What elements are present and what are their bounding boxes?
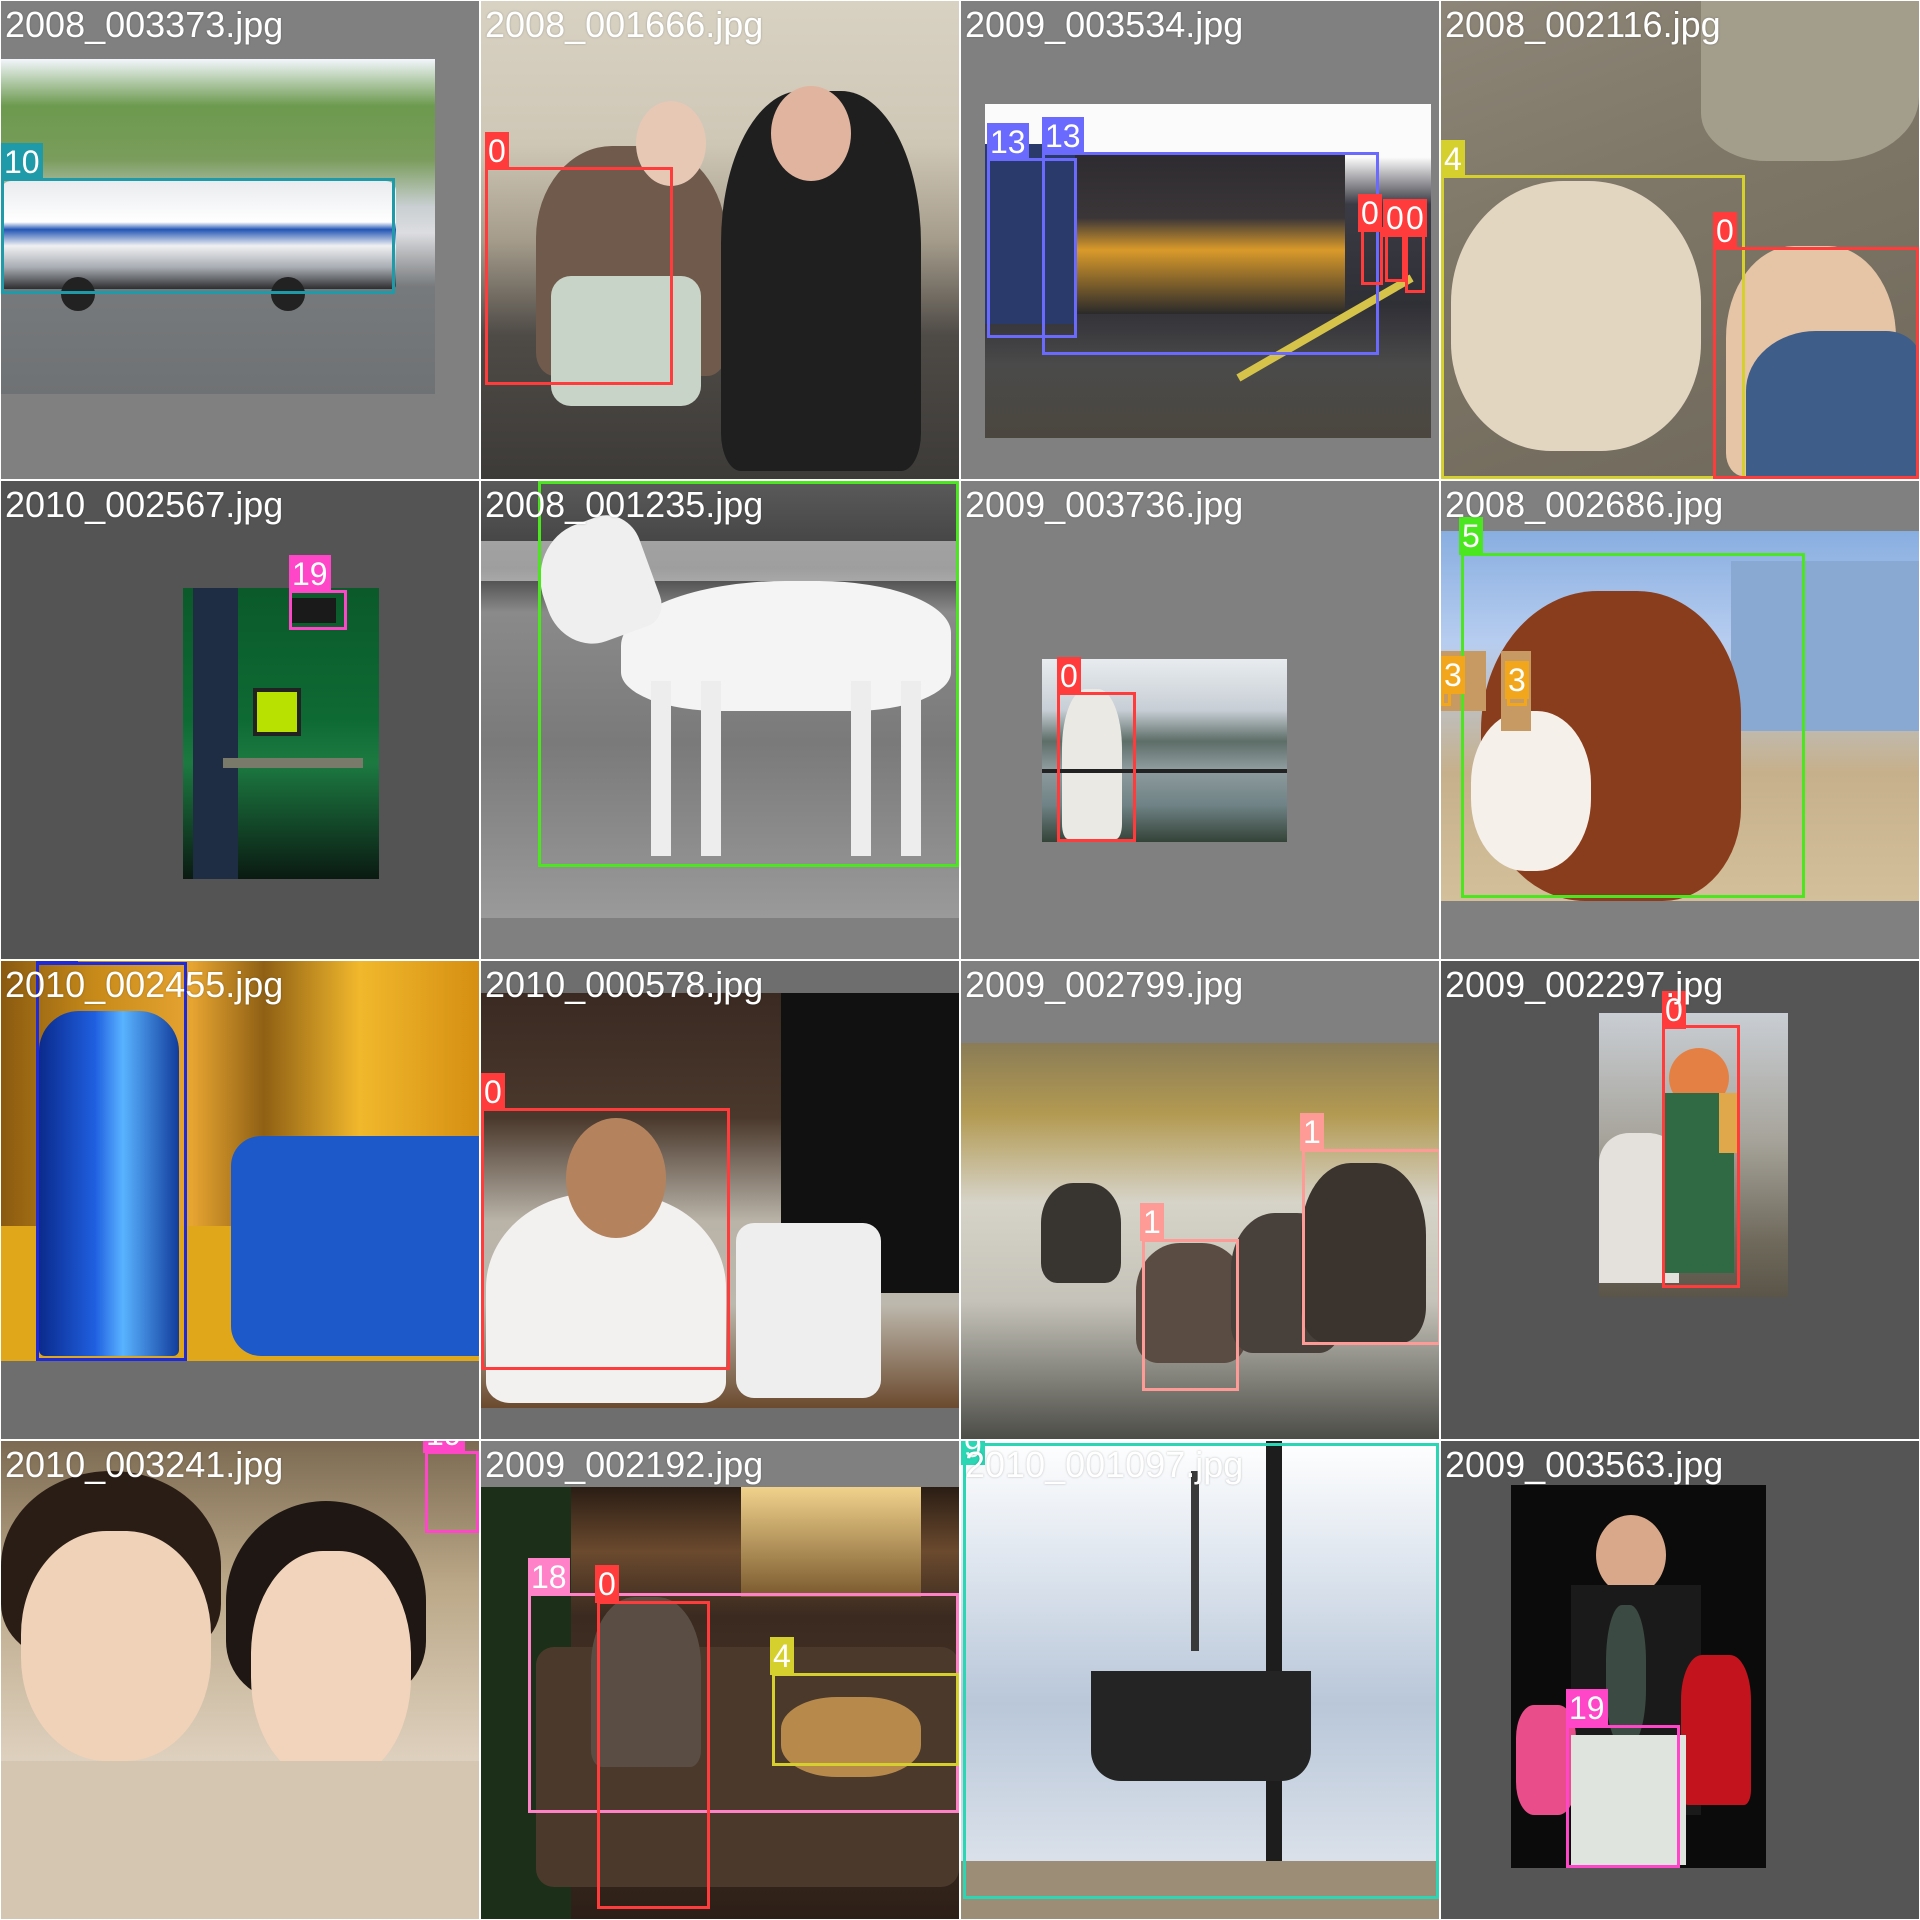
bounding-box[interactable] (1385, 232, 1405, 282)
grid-tile[interactable]: 2008_001235.jpg 5 (480, 480, 960, 960)
tile-filename: 2009_002799.jpg (965, 964, 1244, 1005)
grid-tile[interactable]: 2010_003241.jpg 19 (0, 1440, 480, 1920)
class-label: 0 (595, 1565, 619, 1603)
tile-filename: 2010_000578.jpg (485, 964, 764, 1005)
tile-filename: 2009_003534.jpg (965, 4, 1244, 45)
grid-tile[interactable]: 2009_002297.jpg 0 (1440, 960, 1920, 1440)
class-label: 1 (1300, 1113, 1324, 1151)
bounding-box[interactable] (481, 1108, 730, 1370)
tile-filename: 2010_002567.jpg (5, 484, 284, 525)
tile-photo (183, 588, 379, 879)
bounding-box[interactable] (597, 1601, 710, 1909)
class-label: 4 (1441, 140, 1465, 178)
bounding-box[interactable] (1405, 233, 1425, 293)
bounding-box[interactable] (1441, 175, 1745, 479)
tile-filename: 2008_003373.jpg (5, 4, 284, 45)
class-label: 19 (423, 1441, 465, 1453)
grid-tile[interactable]: 2009_003736.jpg 0 (960, 480, 1440, 960)
class-label: 19 (1566, 1689, 1608, 1727)
tile-filename: 2010_002455.jpg (5, 964, 284, 1005)
grid-tile[interactable]: 2008_002116.jpg 4 0 (1440, 0, 1920, 480)
class-label: 1 (1140, 1203, 1164, 1241)
grid-tile[interactable]: 2009_002192.jpg 18 0 4 (480, 1440, 960, 1920)
bounding-box[interactable] (1662, 1025, 1740, 1288)
bounding-box[interactable] (289, 590, 347, 630)
grid-tile[interactable]: 2010_002567.jpg 19 (0, 480, 480, 960)
bounding-box[interactable] (1142, 1239, 1239, 1391)
class-label: 0 (1358, 194, 1382, 232)
tile-filename: 2009_003736.jpg (965, 484, 1244, 525)
grid-tile[interactable]: 2010_002455.jpg 14 (0, 960, 480, 1440)
tile-filename: 2008_001666.jpg (485, 4, 764, 45)
bounding-box[interactable] (772, 1673, 959, 1766)
grid-tile[interactable]: 2009_003534.jpg 13 13 0 0 0 (960, 0, 1440, 480)
class-label: 0 (1403, 199, 1427, 237)
class-label: 3 (1505, 661, 1529, 699)
bounding-box[interactable] (485, 167, 673, 385)
class-label: 0 (485, 132, 509, 170)
tile-photo (1, 1441, 479, 1919)
grid-tile[interactable]: 2008_002686.jpg 5 3 3 (1440, 480, 1920, 960)
bounding-box[interactable] (1566, 1725, 1680, 1868)
class-label: 10 (1, 143, 43, 181)
tile-filename: 2008_001235.jpg (485, 484, 764, 525)
bounding-box[interactable] (538, 481, 959, 867)
tile-filename: 2009_002297.jpg (1445, 964, 1724, 1005)
tile-filename: 2008_002686.jpg (1445, 484, 1724, 525)
bounding-box[interactable] (1042, 152, 1379, 355)
class-label: 13 (987, 123, 1029, 161)
grid-tile[interactable]: 2010_001097.jpg 9 (960, 1440, 1440, 1920)
bounding-box[interactable] (1, 178, 395, 294)
grid-tile[interactable]: 2010_000578.jpg 0 (480, 960, 960, 1440)
grid-tile[interactable]: 2008_003373.jpg 10 (0, 0, 480, 480)
class-label: 19 (289, 555, 331, 593)
bounding-box[interactable] (1057, 692, 1136, 842)
tile-filename: 2010_003241.jpg (5, 1444, 284, 1485)
bounding-box[interactable] (1302, 1149, 1439, 1345)
bounding-box[interactable] (963, 1443, 1439, 1899)
bounding-box[interactable] (1461, 553, 1805, 898)
class-label: 0 (481, 1073, 505, 1111)
class-label: 3 (1441, 656, 1465, 694)
tile-filename: 2009_003563.jpg (1445, 1444, 1724, 1485)
tile-filename: 2008_002116.jpg (1445, 4, 1721, 45)
tile-filename: 2010_001097.jpg (965, 1444, 1244, 1485)
image-grid: 2008_003373.jpg 10 2008_001666.jpg 0 200… (0, 0, 1920, 1920)
bounding-box[interactable] (36, 962, 187, 1361)
bounding-box[interactable] (1361, 227, 1383, 285)
class-label: 14 (36, 961, 78, 963)
tile-filename: 2009_002192.jpg (485, 1444, 764, 1485)
class-label: 0 (1713, 212, 1737, 250)
class-label: 13 (1042, 117, 1084, 155)
bounding-box[interactable] (425, 1451, 479, 1533)
grid-tile[interactable]: 2008_001666.jpg 0 (480, 0, 960, 480)
grid-tile[interactable]: 2009_002799.jpg 1 1 (960, 960, 1440, 1440)
class-label: 0 (1057, 657, 1081, 695)
grid-tile[interactable]: 2009_003563.jpg 19 (1440, 1440, 1920, 1920)
class-label: 5 (538, 481, 562, 483)
class-label: 18 (528, 1558, 570, 1596)
class-label: 4 (770, 1637, 794, 1675)
bounding-box[interactable] (1713, 247, 1919, 479)
